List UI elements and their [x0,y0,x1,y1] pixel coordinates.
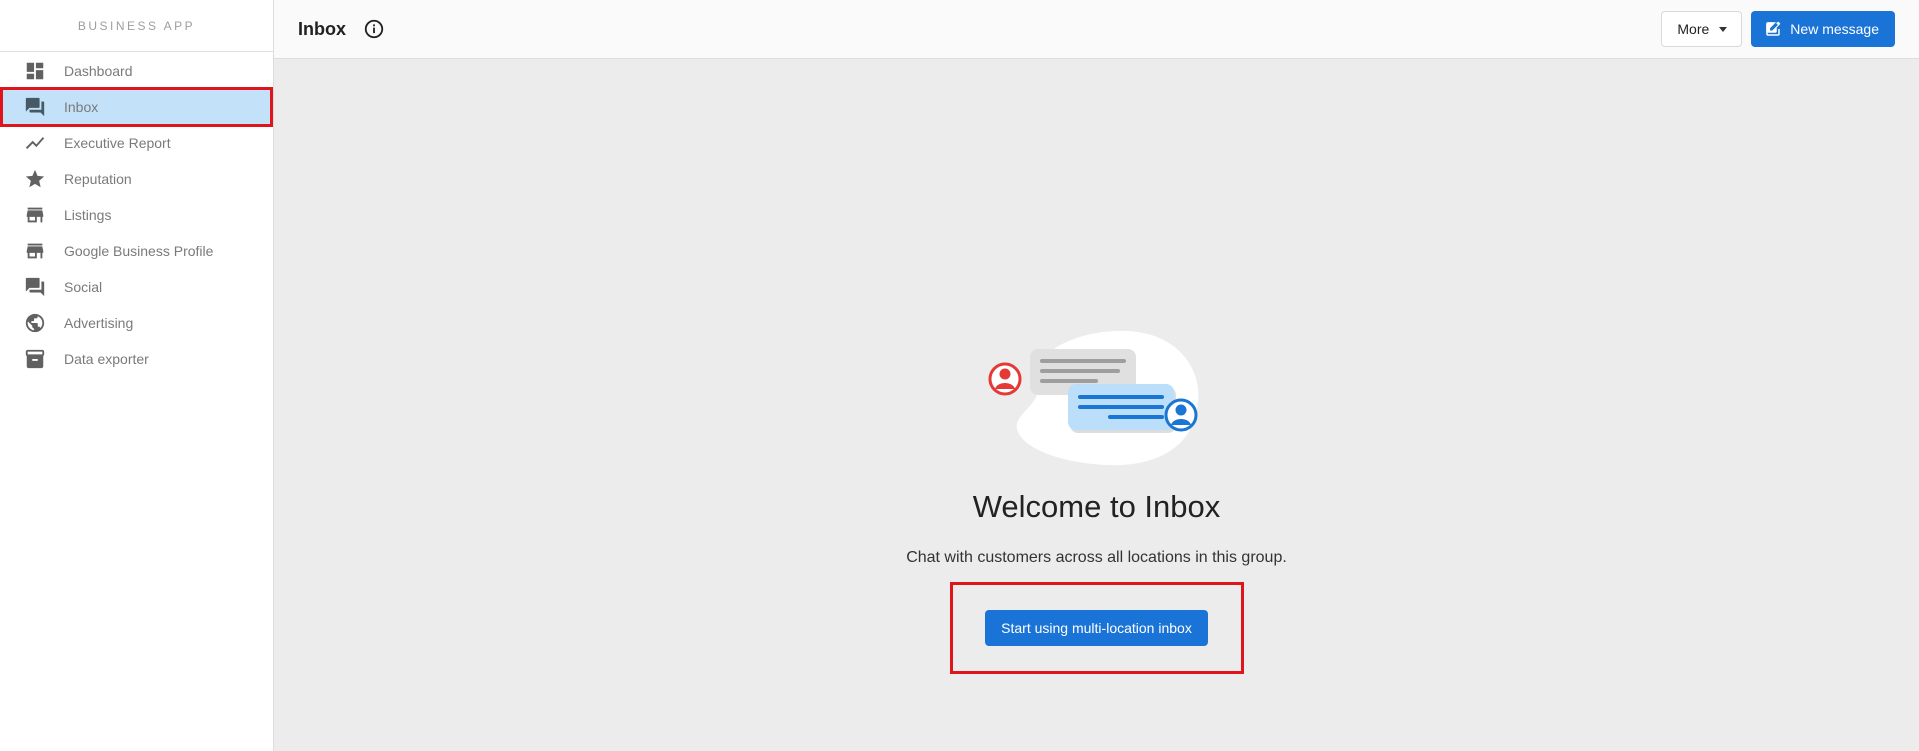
chat-icon [24,276,46,298]
sidebar-item-advertising[interactable]: Advertising [0,305,273,341]
app-root: BUSINESS APP Dashboard Inbox Executive R [0,0,1919,751]
store-icon [24,240,46,262]
archive-icon [24,348,46,370]
info-icon[interactable] [363,18,385,40]
trending-icon [24,132,46,154]
sidebar-item-executive-report[interactable]: Executive Report [0,125,273,161]
star-icon [24,168,46,190]
sidebar-item-data-exporter[interactable]: Data exporter [0,341,273,377]
new-message-label: New message [1790,21,1879,37]
sidebar-item-social[interactable]: Social [0,269,273,305]
caret-down-icon [1719,26,1728,32]
welcome-title: Welcome to Inbox [972,489,1221,524]
sidebar-item-label: Google Business Profile [64,243,214,259]
chat-icon [24,96,46,118]
sidebar-item-label: Listings [64,207,112,223]
sidebar-item-label: Advertising [64,315,134,331]
sidebar-item-inbox[interactable]: Inbox [0,87,273,127]
sidebar: BUSINESS APP Dashboard Inbox Executive R [0,0,274,751]
edit-icon [1764,20,1782,38]
new-message-button[interactable]: New message [1751,11,1895,47]
globe-icon [24,312,46,334]
brand-name: BUSINESS APP [0,0,273,52]
cta-container: Start using multi-location inbox [949,582,1244,674]
top-bar: Inbox More New message [274,0,1919,59]
sidebar-item-dashboard[interactable]: Dashboard [0,53,273,89]
more-button-label: More [1677,21,1710,37]
sidebar-item-label: Executive Report [64,135,171,151]
store-icon [24,204,46,226]
sidebar-nav: Dashboard Inbox Executive Report Reputat… [0,52,273,377]
sidebar-item-label: Social [64,279,103,295]
dashboard-icon [24,60,46,82]
inbox-illustration [988,330,1198,466]
sidebar-item-reputation[interactable]: Reputation [0,161,273,197]
more-button[interactable]: More [1661,11,1743,47]
sidebar-item-label: Dashboard [64,63,133,79]
sidebar-item-listings[interactable]: Listings [0,197,273,233]
empty-state: Welcome to Inbox Chat with customers acr… [274,329,1919,674]
start-multi-location-inbox-button[interactable]: Start using multi-location inbox [985,610,1208,646]
main-panel: Inbox More New message Welcome to Inbox … [274,0,1919,751]
welcome-subtitle: Chat with customers across all locations… [906,549,1287,566]
sidebar-item-label: Reputation [64,171,132,187]
page-title: Inbox [298,18,346,39]
inbox-content: Welcome to Inbox Chat with customers acr… [274,59,1919,751]
sidebar-item-google-business-profile[interactable]: Google Business Profile [0,233,273,269]
sidebar-item-label: Inbox [64,99,99,115]
sidebar-item-label: Data exporter [64,351,149,367]
